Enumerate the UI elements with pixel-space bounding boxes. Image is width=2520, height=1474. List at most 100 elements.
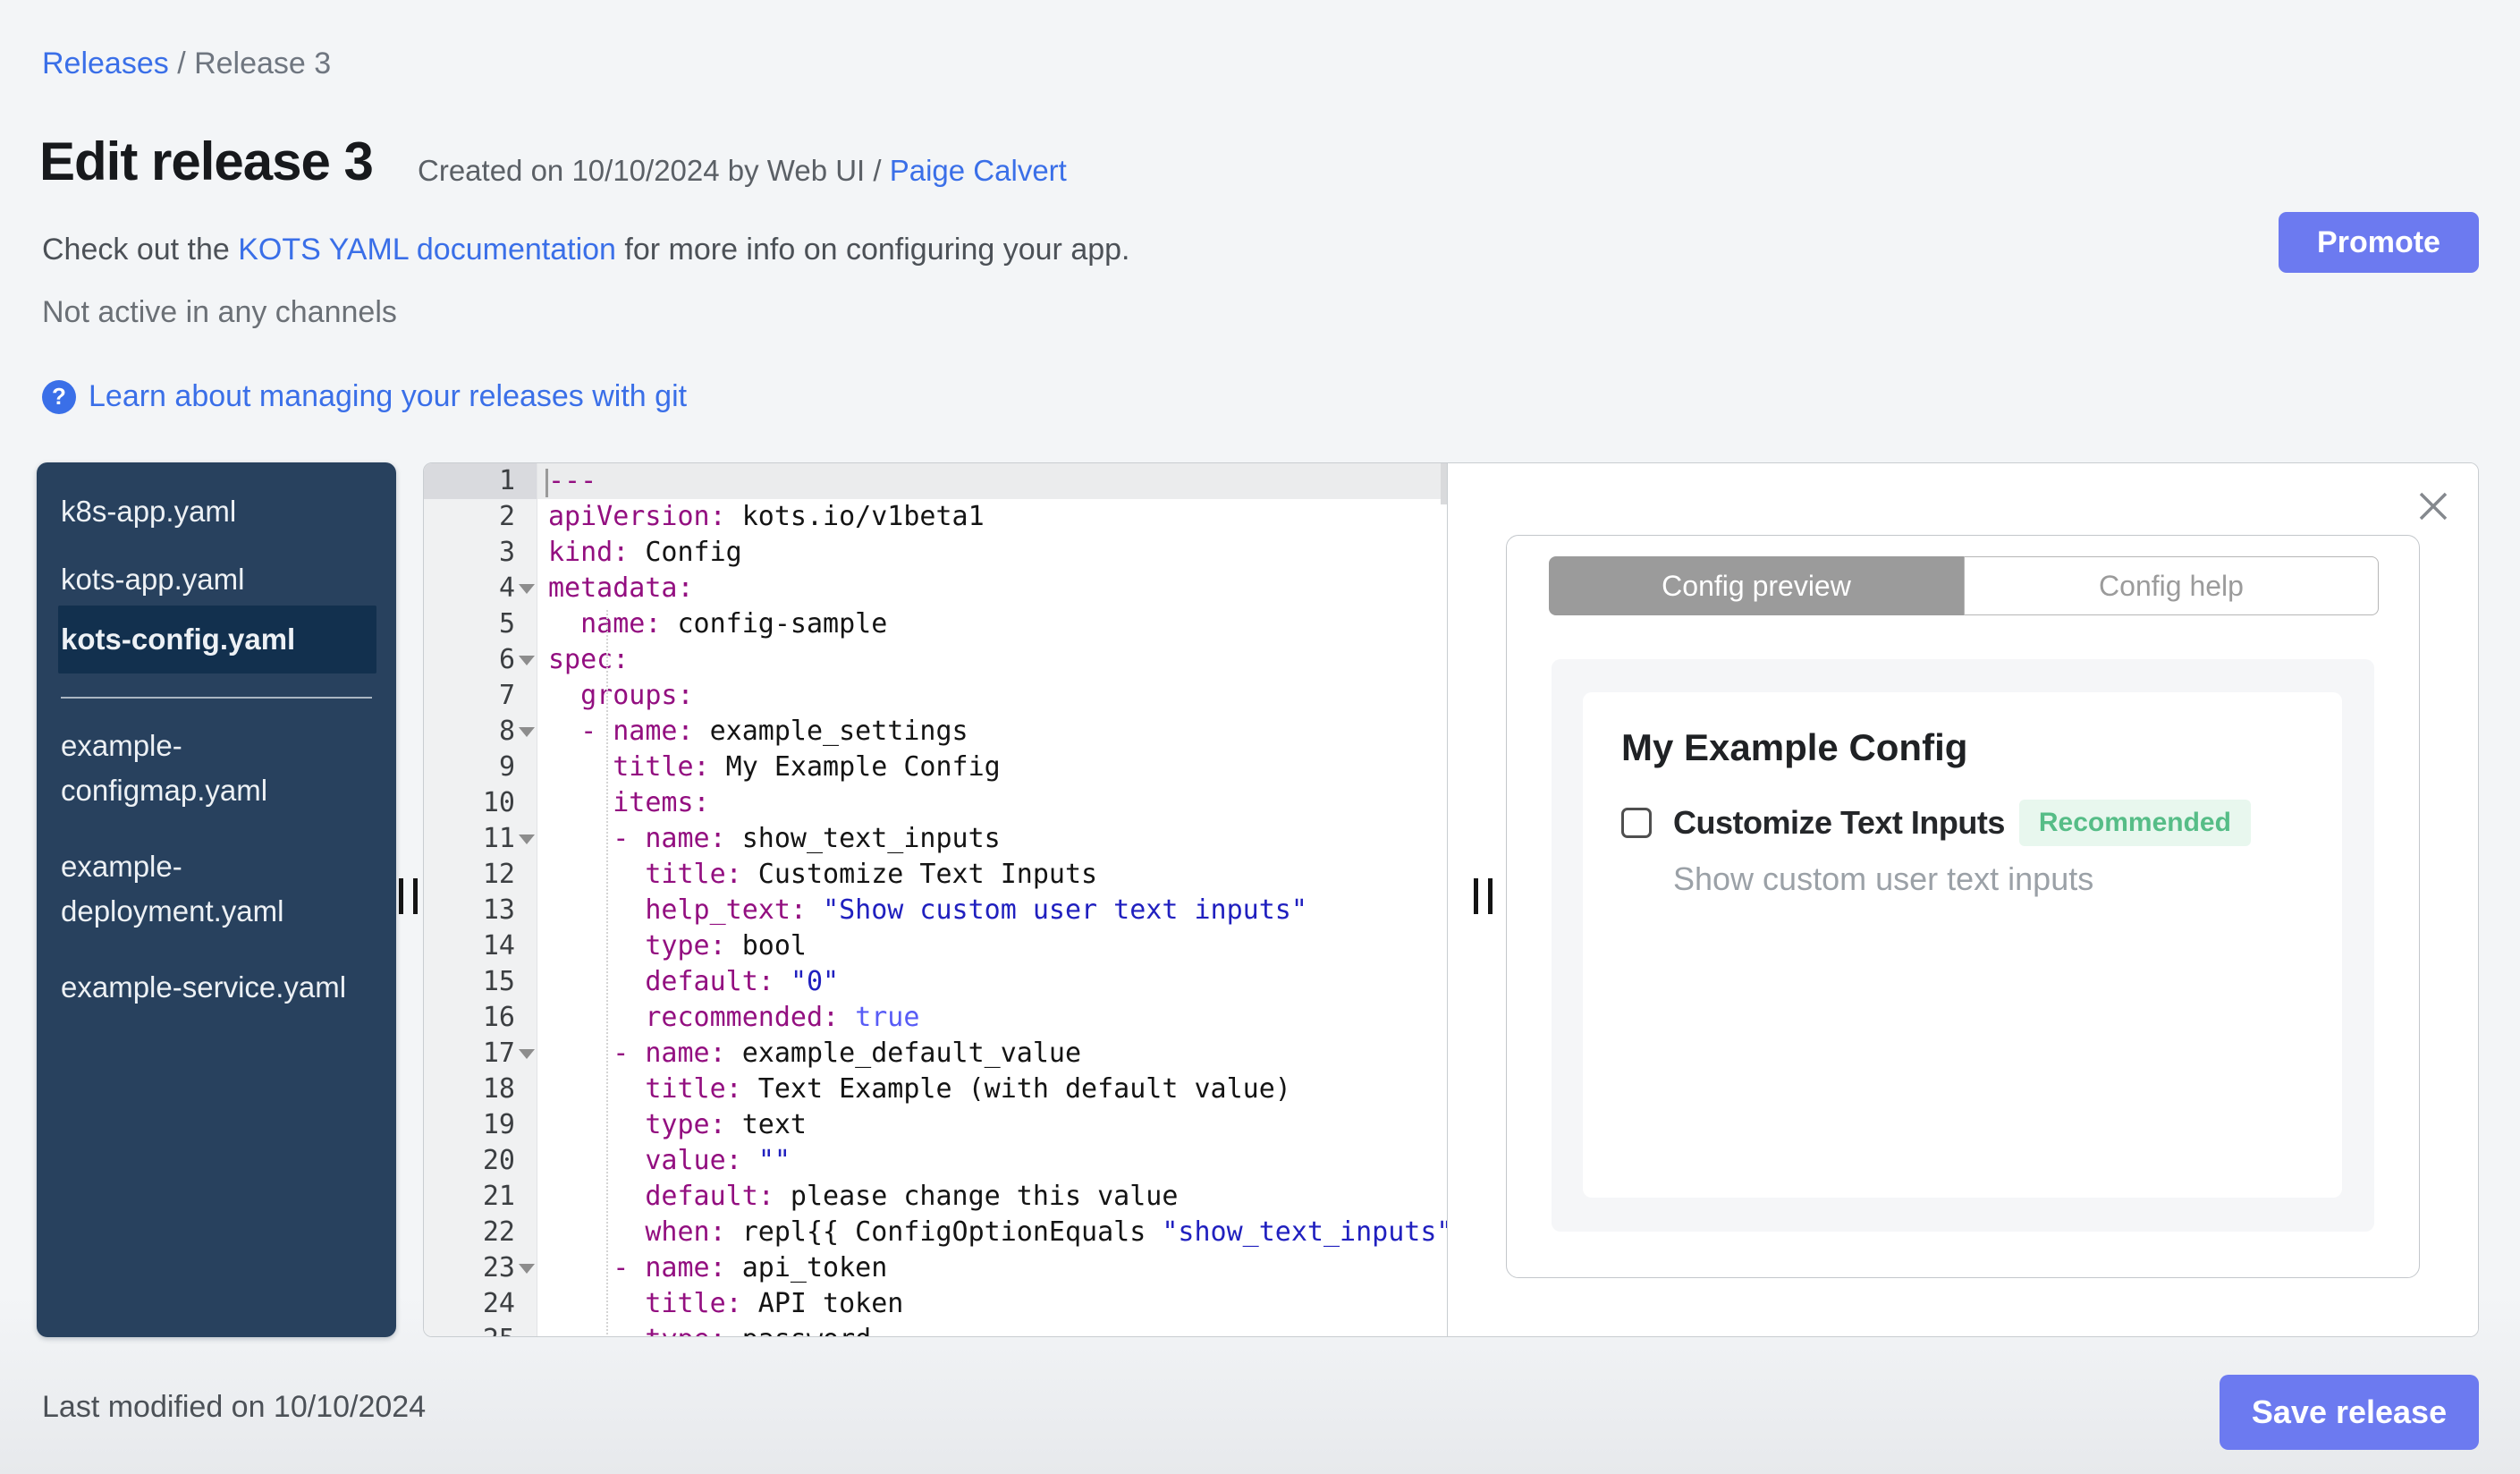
code-line-16[interactable]: 16 recommended: true	[424, 1000, 1447, 1036]
close-icon[interactable]	[2414, 487, 2453, 526]
line-number: 21	[424, 1179, 537, 1215]
line-number: 14	[424, 928, 537, 964]
code-line-5[interactable]: 5 name: config-sample	[424, 606, 1447, 642]
code-line-12[interactable]: 12 title: Customize Text Inputs	[424, 857, 1447, 893]
code-line-15[interactable]: 15 default: "0"	[424, 964, 1447, 1000]
config-group-title: My Example Config	[1621, 726, 1968, 768]
code-text: groups:	[580, 680, 694, 711]
breadcrumb-current: Release 3	[194, 47, 332, 80]
customize-text-inputs-checkbox[interactable]	[1621, 808, 1652, 838]
code-text: type: text	[645, 1109, 807, 1140]
code-line-1[interactable]: 1 ---	[424, 463, 1447, 499]
save-release-button[interactable]: Save release	[2220, 1375, 2479, 1450]
recommended-badge: Recommended	[2018, 800, 2251, 846]
line-number: 4	[424, 571, 537, 606]
code-text: - name: api_token	[548, 1252, 888, 1283]
breadcrumb-separator: /	[168, 47, 195, 80]
code-text: - name: show_text_inputs	[548, 823, 1001, 854]
code-line-7[interactable]: 7 groups:	[424, 678, 1447, 714]
code-text: default: please change this value	[645, 1181, 1179, 1212]
code-text: default: "0"	[645, 966, 840, 997]
preview-tabs: Config preview Config help	[1549, 556, 2379, 615]
fold-arrow-icon[interactable]	[519, 656, 535, 665]
code-line-11[interactable]: 11 - name: show_text_inputs	[424, 821, 1447, 857]
editor-shell: 1 --- 2 apiVersion: kots.io/v1beta1 3 kind: C…	[423, 462, 2479, 1337]
code-line-18[interactable]: 18 title: Text Example (with default val…	[424, 1072, 1447, 1107]
fold-arrow-icon[interactable]	[519, 834, 535, 844]
panel-resize-handle[interactable]	[1474, 878, 1493, 914]
fold-arrow-icon[interactable]	[519, 727, 535, 737]
sidebar-file-example-service-yaml[interactable]: example-service.yaml	[37, 965, 351, 1010]
sidebar-resize-handle[interactable]	[399, 878, 418, 914]
code-text: title: Customize Text Inputs	[645, 859, 1098, 890]
code-line-19[interactable]: 19 type: text	[424, 1107, 1447, 1143]
line-number: 13	[424, 893, 537, 928]
line-number: 22	[424, 1215, 537, 1250]
code-text: items:	[613, 787, 710, 818]
line-number: 25	[424, 1322, 537, 1336]
code-line-10[interactable]: 10 items:	[424, 785, 1447, 821]
sidebar-file-example-deployment-yaml[interactable]: example-deployment.yaml	[37, 844, 351, 934]
sidebar-file-k8s-app-yaml[interactable]: k8s-app.yaml	[37, 489, 351, 534]
sidebar-file-kots-config-yaml[interactable]: kots-config.yaml	[58, 606, 376, 673]
text-cursor	[545, 469, 548, 497]
yaml-code-editor[interactable]: 1 --- 2 apiVersion: kots.io/v1beta1 3 kind: C…	[424, 463, 1447, 1336]
sidebar-group-divider	[61, 697, 372, 699]
code-line-25[interactable]: 25 type: password	[424, 1322, 1447, 1336]
line-number: 9	[424, 750, 537, 785]
code-line-17[interactable]: 17 - name: example_default_value	[424, 1036, 1447, 1072]
kots-yaml-docs-link[interactable]: KOTS YAML documentation	[238, 233, 616, 267]
promote-button[interactable]: Promote	[2279, 212, 2479, 273]
code-line-13[interactable]: 13 help_text: "Show custom user text inp…	[424, 893, 1447, 928]
sidebar-file-kots-app-yaml[interactable]: kots-app.yaml	[37, 557, 351, 602]
code-line-14[interactable]: 14 type: bool	[424, 928, 1447, 964]
code-line-22[interactable]: 22 when: repl{{ ConfigOptionEquals "show…	[424, 1215, 1447, 1250]
code-line-9[interactable]: 9 title: My Example Config	[424, 750, 1447, 785]
line-number: 20	[424, 1143, 537, 1179]
code-line-23[interactable]: 23 - name: api_token	[424, 1250, 1447, 1286]
line-number: 24	[424, 1286, 537, 1322]
code-text: help_text: "Show custom user text inputs…	[645, 894, 1307, 926]
docs-prefix: Check out the	[42, 233, 239, 267]
fold-arrow-icon[interactable]	[519, 584, 535, 594]
code-line-20[interactable]: 20 value: ""	[424, 1143, 1447, 1179]
fold-arrow-icon[interactable]	[519, 1264, 535, 1274]
code-text: kind: Config	[548, 537, 742, 568]
config-preview-panel: Config preview Config help My Example Co…	[1448, 463, 2478, 1336]
preview-content-area: My Example Config Customize Text Inputs …	[1552, 659, 2374, 1232]
code-line-24[interactable]: 24 title: API token	[424, 1286, 1447, 1322]
line-number: 12	[424, 857, 537, 893]
help-question-icon[interactable]: ?	[42, 379, 76, 414]
line-number: 10	[424, 785, 537, 821]
code-line-6[interactable]: 6 spec:	[424, 642, 1447, 678]
code-line-8[interactable]: 8 - name: example_settings	[424, 714, 1447, 750]
code-line-21[interactable]: 21 default: please change this value	[424, 1179, 1447, 1215]
created-text: Created on 10/10/2024 by Web UI /	[418, 154, 890, 187]
line-number: 7	[424, 678, 537, 714]
git-releases-link[interactable]: Learn about managing your releases with …	[89, 379, 687, 414]
config-item-label: Customize Text Inputs	[1673, 804, 2005, 841]
config-item-help-text: Show custom user text inputs	[1673, 860, 2094, 897]
code-line-2[interactable]: 2 apiVersion: kots.io/v1beta1	[424, 499, 1447, 535]
fold-arrow-icon[interactable]	[519, 1049, 535, 1059]
line-number: 8	[424, 714, 537, 750]
code-text: type: password	[537, 1322, 1447, 1336]
release-editor-page: Releases / Release 3 Edit release 3 Crea…	[0, 0, 2520, 1474]
line-number: 1	[424, 463, 537, 499]
author-link[interactable]: Paige Calvert	[890, 154, 1067, 187]
editor-scrollbar[interactable]	[1441, 463, 1447, 504]
line-number: 16	[424, 1000, 537, 1036]
line-number: 11	[424, 821, 537, 857]
tab-config-preview[interactable]: Config preview	[1549, 556, 1964, 615]
breadcrumb-releases-link[interactable]: Releases	[42, 47, 169, 80]
code-text: metadata:	[548, 572, 694, 604]
created-line: Created on 10/10/2024 by Web UI / Paige …	[418, 154, 1067, 188]
code-line-3[interactable]: 3 kind: Config	[424, 535, 1447, 571]
sidebar-file-example-configmap-yaml[interactable]: example-configmap.yaml	[37, 724, 351, 813]
code-text: type: bool	[645, 930, 807, 961]
tab-config-help[interactable]: Config help	[1964, 556, 2379, 615]
code-text: - name: example_default_value	[548, 1038, 1082, 1069]
channel-status: Not active in any channels	[42, 295, 397, 329]
code-line-4[interactable]: 4 metadata:	[424, 571, 1447, 606]
code-text: value: ""	[645, 1145, 791, 1176]
